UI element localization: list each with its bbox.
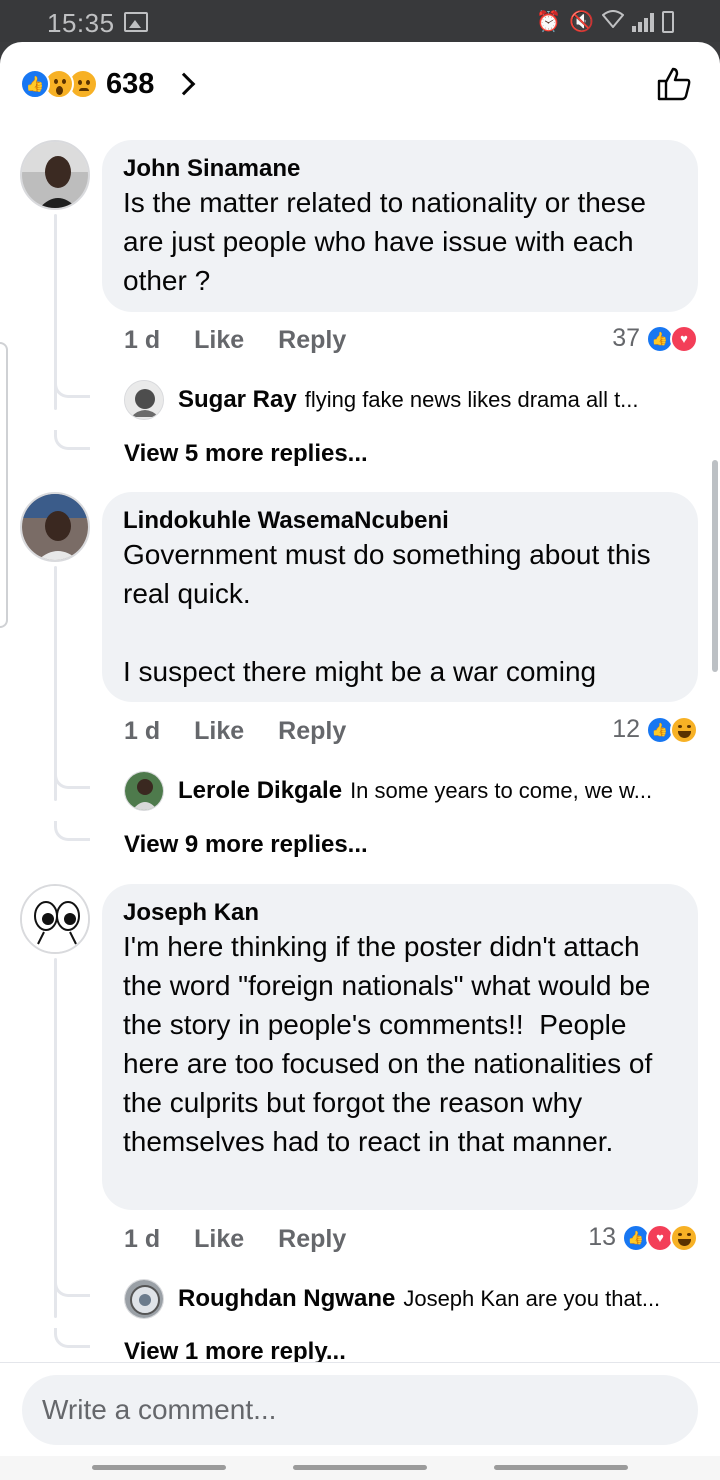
reply-author[interactable]: Sugar Ray: [178, 386, 297, 414]
comment-bubble[interactable]: Joseph Kan I'm here thinking if the post…: [102, 884, 698, 1210]
wifi-icon: [601, 9, 625, 34]
reply-preview[interactable]: Lerole Dikgale In some years to come, we…: [124, 771, 694, 811]
comment-reactions[interactable]: 13 👍 ♥: [588, 1223, 698, 1252]
side-panel-handle[interactable]: [0, 342, 8, 628]
avatar[interactable]: [20, 884, 90, 954]
comments-sheet: 👍 638 John Sinamane Is the matter relate…: [0, 42, 720, 1456]
thread-branch: [54, 1277, 90, 1297]
thread-branch: [54, 378, 90, 398]
comment-reaction-count: 37: [612, 324, 640, 352]
reply-text: In some years to come, we w...: [350, 778, 653, 803]
comment-actions: 1 d Like Reply: [124, 717, 346, 746]
reply-text: flying fake news likes drama all t...: [304, 387, 639, 412]
comment-input[interactable]: Write a comment...: [22, 1375, 698, 1445]
view-more-replies[interactable]: View 5 more replies...: [124, 440, 368, 468]
reactions-summary[interactable]: 👍 638: [20, 64, 196, 104]
reply-preview[interactable]: Roughdan Ngwane Joseph Kan are you that.…: [124, 1279, 694, 1319]
comment-text: Is the matter related to nationality or …: [123, 187, 654, 296]
reply-preview[interactable]: Sugar Ray flying fake news likes drama a…: [124, 380, 694, 420]
gallery-notification-icon: [124, 12, 148, 32]
reply-button[interactable]: Reply: [278, 717, 346, 746]
comment-bubble[interactable]: John Sinamane Is the matter related to n…: [102, 140, 698, 312]
reply-text: Joseph Kan are you that...: [403, 1286, 661, 1311]
view-more-replies[interactable]: View 9 more replies...: [124, 831, 368, 859]
comment-author[interactable]: John Sinamane: [123, 154, 677, 183]
navigation-bar: [0, 1456, 720, 1480]
comment-time[interactable]: 1 d: [124, 1225, 160, 1254]
system-icons: ⏰ 🔇: [536, 9, 674, 34]
comment-time[interactable]: 1 d: [124, 326, 160, 355]
recents-button[interactable]: [92, 1465, 226, 1470]
thread-branch: [54, 821, 90, 841]
haha-reaction-icon: [670, 1223, 698, 1252]
comment-author[interactable]: Lindokuhle WasemaNcubeni: [123, 506, 677, 535]
love-reaction-icon: ♥: [670, 324, 698, 353]
back-button[interactable]: [494, 1465, 628, 1470]
reply-avatar: [124, 1279, 164, 1319]
reply-avatar: [124, 771, 164, 811]
battery-icon: [662, 10, 674, 33]
thread-line: [54, 958, 57, 1318]
avatar[interactable]: [20, 492, 90, 562]
comment-reaction-count: 12: [612, 715, 640, 743]
scrollbar[interactable]: [712, 460, 718, 672]
reply-avatar: [124, 380, 164, 420]
signal-icon: [632, 12, 654, 32]
thumbs-up-outline-icon[interactable]: [656, 66, 692, 102]
comment-reaction-count: 13: [588, 1223, 616, 1251]
thread-line: [54, 566, 57, 801]
comment-time[interactable]: 1 d: [124, 717, 160, 746]
comment-actions: 1 d Like Reply: [124, 326, 346, 355]
comment-bubble[interactable]: Lindokuhle WasemaNcubeni Government must…: [102, 492, 698, 702]
reply-author[interactable]: Lerole Dikgale: [178, 777, 342, 805]
like-button[interactable]: Like: [194, 326, 244, 355]
like-reaction-icon: 👍: [20, 69, 50, 99]
status-bar: 15:35 ⏰ 🔇: [0, 0, 720, 42]
comment-reactions[interactable]: 37 👍 ♥: [612, 324, 698, 353]
comment-text: Government must do something about this …: [123, 539, 651, 687]
thread-branch: [54, 1328, 90, 1348]
comment-actions: 1 d Like Reply: [124, 1225, 346, 1254]
mute-icon: 🔇: [569, 11, 594, 33]
comment-reactions[interactable]: 12 👍: [612, 715, 698, 744]
reply-button[interactable]: Reply: [278, 1225, 346, 1254]
comment-text: I'm here thinking if the poster didn't a…: [123, 931, 661, 1157]
chevron-right-icon: [173, 72, 196, 96]
haha-reaction-icon: [670, 715, 698, 744]
reply-author[interactable]: Roughdan Ngwane: [178, 1285, 395, 1313]
comment-composer-bar: Write a comment...: [0, 1362, 720, 1456]
avatar[interactable]: [20, 140, 90, 210]
comment-author[interactable]: Joseph Kan: [123, 898, 677, 927]
status-time: 15:35: [47, 8, 115, 38]
alarm-icon: ⏰: [536, 11, 562, 33]
like-button[interactable]: Like: [194, 717, 244, 746]
reply-button[interactable]: Reply: [278, 326, 346, 355]
home-button[interactable]: [293, 1465, 427, 1470]
reaction-count: 638: [106, 67, 155, 100]
thread-branch: [54, 769, 90, 789]
thread-branch: [54, 430, 90, 450]
like-button[interactable]: Like: [194, 1225, 244, 1254]
